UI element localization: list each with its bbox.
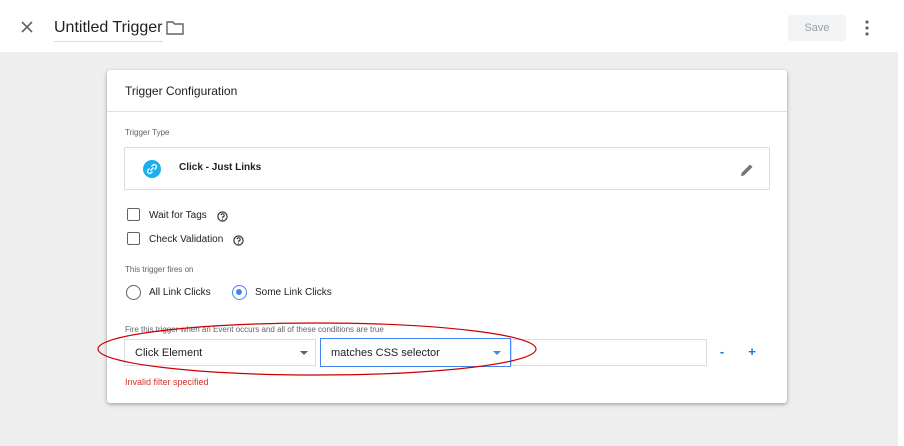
help-icon[interactable] bbox=[217, 211, 228, 222]
fires-on-label: This trigger fires on bbox=[125, 265, 194, 274]
all-link-clicks-radio[interactable] bbox=[126, 285, 141, 300]
error-message: Invalid filter specified bbox=[125, 377, 209, 387]
variable-select[interactable]: Click Element bbox=[124, 339, 316, 366]
add-condition-button[interactable]: + bbox=[745, 344, 759, 359]
operator-select[interactable]: matches CSS selector bbox=[320, 338, 511, 367]
trigger-type-selector[interactable]: Click - Just Links bbox=[124, 147, 770, 190]
remove-condition-button[interactable]: - bbox=[715, 344, 729, 359]
operator-select-value: matches CSS selector bbox=[331, 347, 440, 359]
dropdown-arrow-icon bbox=[493, 351, 501, 355]
more-vert-icon[interactable] bbox=[860, 18, 874, 38]
trigger-type-value: Click - Just Links bbox=[179, 162, 262, 173]
check-validation-label: Check Validation bbox=[149, 234, 224, 245]
wait-for-tags-label: Wait for Tags bbox=[149, 210, 207, 221]
trigger-type-label: Trigger Type bbox=[125, 128, 170, 137]
wait-for-tags-checkbox[interactable] bbox=[127, 208, 140, 221]
dropdown-arrow-icon bbox=[300, 351, 308, 355]
all-link-clicks-label: All Link Clicks bbox=[149, 287, 211, 298]
link-icon bbox=[143, 160, 161, 178]
variable-select-value: Click Element bbox=[135, 347, 203, 359]
trigger-title[interactable]: Untitled Trigger bbox=[54, 19, 163, 42]
close-icon[interactable] bbox=[18, 18, 36, 36]
folder-icon[interactable] bbox=[166, 21, 184, 35]
condition-value-input[interactable] bbox=[511, 339, 707, 366]
scroll-gutter bbox=[898, 52, 904, 446]
trigger-configuration-card: Trigger Configuration Trigger Type Click… bbox=[107, 70, 787, 403]
help-icon[interactable] bbox=[233, 235, 244, 246]
some-link-clicks-label: Some Link Clicks bbox=[255, 287, 332, 298]
top-bar: Untitled Trigger Save bbox=[0, 0, 904, 52]
edit-pencil-icon[interactable] bbox=[739, 162, 755, 178]
some-link-clicks-radio[interactable] bbox=[232, 285, 247, 300]
save-button[interactable]: Save bbox=[788, 15, 846, 41]
card-header: Trigger Configuration bbox=[107, 70, 787, 112]
conditions-label: Fire this trigger when an Event occurs a… bbox=[125, 325, 384, 334]
check-validation-checkbox[interactable] bbox=[127, 232, 140, 245]
card-title: Trigger Configuration bbox=[125, 84, 238, 98]
